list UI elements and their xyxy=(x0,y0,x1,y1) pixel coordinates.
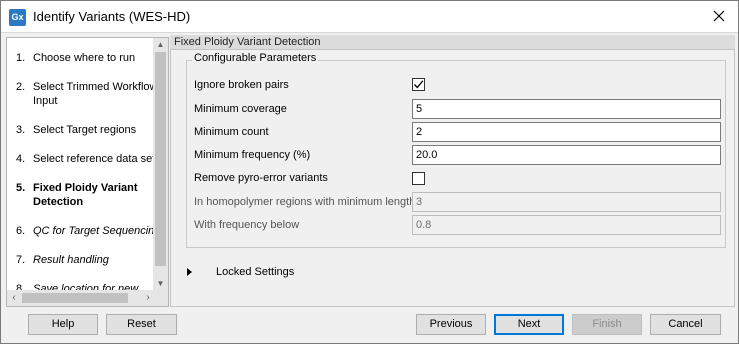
expand-triangle-icon xyxy=(187,268,192,276)
remove-pyro-error-label: Remove pyro-error variants xyxy=(194,172,328,184)
scroll-down-icon[interactable]: ▼ xyxy=(156,279,165,288)
minimum-frequency-input[interactable]: 20.0 xyxy=(412,145,721,165)
step-number: 5. xyxy=(16,182,26,194)
step-number: 4. xyxy=(16,153,26,165)
step-number: 7. xyxy=(16,254,26,266)
locked-settings-label: Locked Settings xyxy=(216,266,295,278)
scrollbar-thumb[interactable] xyxy=(22,293,128,303)
reset-button[interactable]: Reset xyxy=(106,314,177,335)
step-label: Select Trimmed Workflow Input xyxy=(33,81,155,107)
step-number: 6. xyxy=(16,225,26,237)
scrollbar-corner xyxy=(155,290,168,306)
minimum-count-label: Minimum count xyxy=(194,126,269,138)
cancel-button[interactable]: Cancel xyxy=(650,314,721,335)
parameters-panel: Configurable Parameters Ignore broken pa… xyxy=(170,50,735,307)
ignore-broken-pairs-label: Ignore broken pairs xyxy=(194,79,289,91)
steps-vertical-scrollbar[interactable]: ▲ ▼ xyxy=(153,38,168,290)
homopolymer-min-length-input: 3 xyxy=(412,192,721,212)
section-header: Fixed Ploidy Variant Detection xyxy=(170,35,735,50)
dialog-content: 1. Choose where to run 2. Select Trimmed… xyxy=(1,32,738,309)
next-button[interactable]: Next xyxy=(494,314,564,335)
configurable-parameters-group: Configurable Parameters Ignore broken pa… xyxy=(186,52,726,248)
scrollbar-thumb[interactable] xyxy=(155,52,166,266)
checkmark-icon xyxy=(414,80,424,89)
group-title: Configurable Parameters xyxy=(192,52,319,64)
steps-viewport: 1. Choose where to run 2. Select Trimmed… xyxy=(7,38,155,290)
step-label: Select Target regions xyxy=(33,124,137,136)
app-icon: Gx xyxy=(9,9,26,26)
frequency-below-input: 0.8 xyxy=(412,215,721,235)
scroll-right-icon[interactable]: › xyxy=(143,293,153,303)
finish-button: Finish xyxy=(572,314,642,335)
step-number: 1. xyxy=(16,52,26,64)
minimum-coverage-label: Minimum coverage xyxy=(194,103,287,115)
step-label: Choose where to run xyxy=(33,52,136,64)
steps-horizontal-scrollbar[interactable]: ‹ › xyxy=(7,290,155,306)
scroll-left-icon[interactable]: ‹ xyxy=(9,293,19,303)
step-number: 8. xyxy=(16,283,26,290)
frequency-below-label: With frequency below xyxy=(194,219,300,231)
close-icon xyxy=(713,10,725,22)
scroll-up-icon[interactable]: ▲ xyxy=(156,40,165,49)
minimum-frequency-label: Minimum frequency (%) xyxy=(194,149,311,161)
window-title: Identify Variants (WES-HD) xyxy=(33,9,191,24)
minimum-count-input[interactable]: 2 xyxy=(412,122,721,142)
remove-pyro-error-checkbox[interactable] xyxy=(412,172,425,185)
step-label: Select reference data set xyxy=(33,153,155,165)
step-label: Fixed Ploidy Variant Detection xyxy=(33,182,138,208)
previous-button[interactable]: Previous xyxy=(416,314,486,335)
homopolymer-min-length-label: In homopolymer regions with minimum leng… xyxy=(194,196,416,208)
minimum-coverage-input[interactable]: 5 xyxy=(412,99,721,119)
dialog-window: Gx Identify Variants (WES-HD) 1. Choose … xyxy=(0,0,739,344)
title-bar: Gx Identify Variants (WES-HD) xyxy=(1,1,738,32)
ignore-broken-pairs-checkbox[interactable] xyxy=(412,78,425,91)
step-number: 2. xyxy=(16,81,26,93)
step-label: Save location for new xyxy=(33,283,139,290)
step-number: 3. xyxy=(16,124,26,136)
wizard-steps-panel: 1. Choose where to run 2. Select Trimmed… xyxy=(6,37,169,307)
step-label: QC for Target Sequencing xyxy=(33,225,155,237)
help-button[interactable]: Help xyxy=(28,314,98,335)
close-button[interactable] xyxy=(708,5,730,27)
step-label: Result handling xyxy=(33,254,109,266)
